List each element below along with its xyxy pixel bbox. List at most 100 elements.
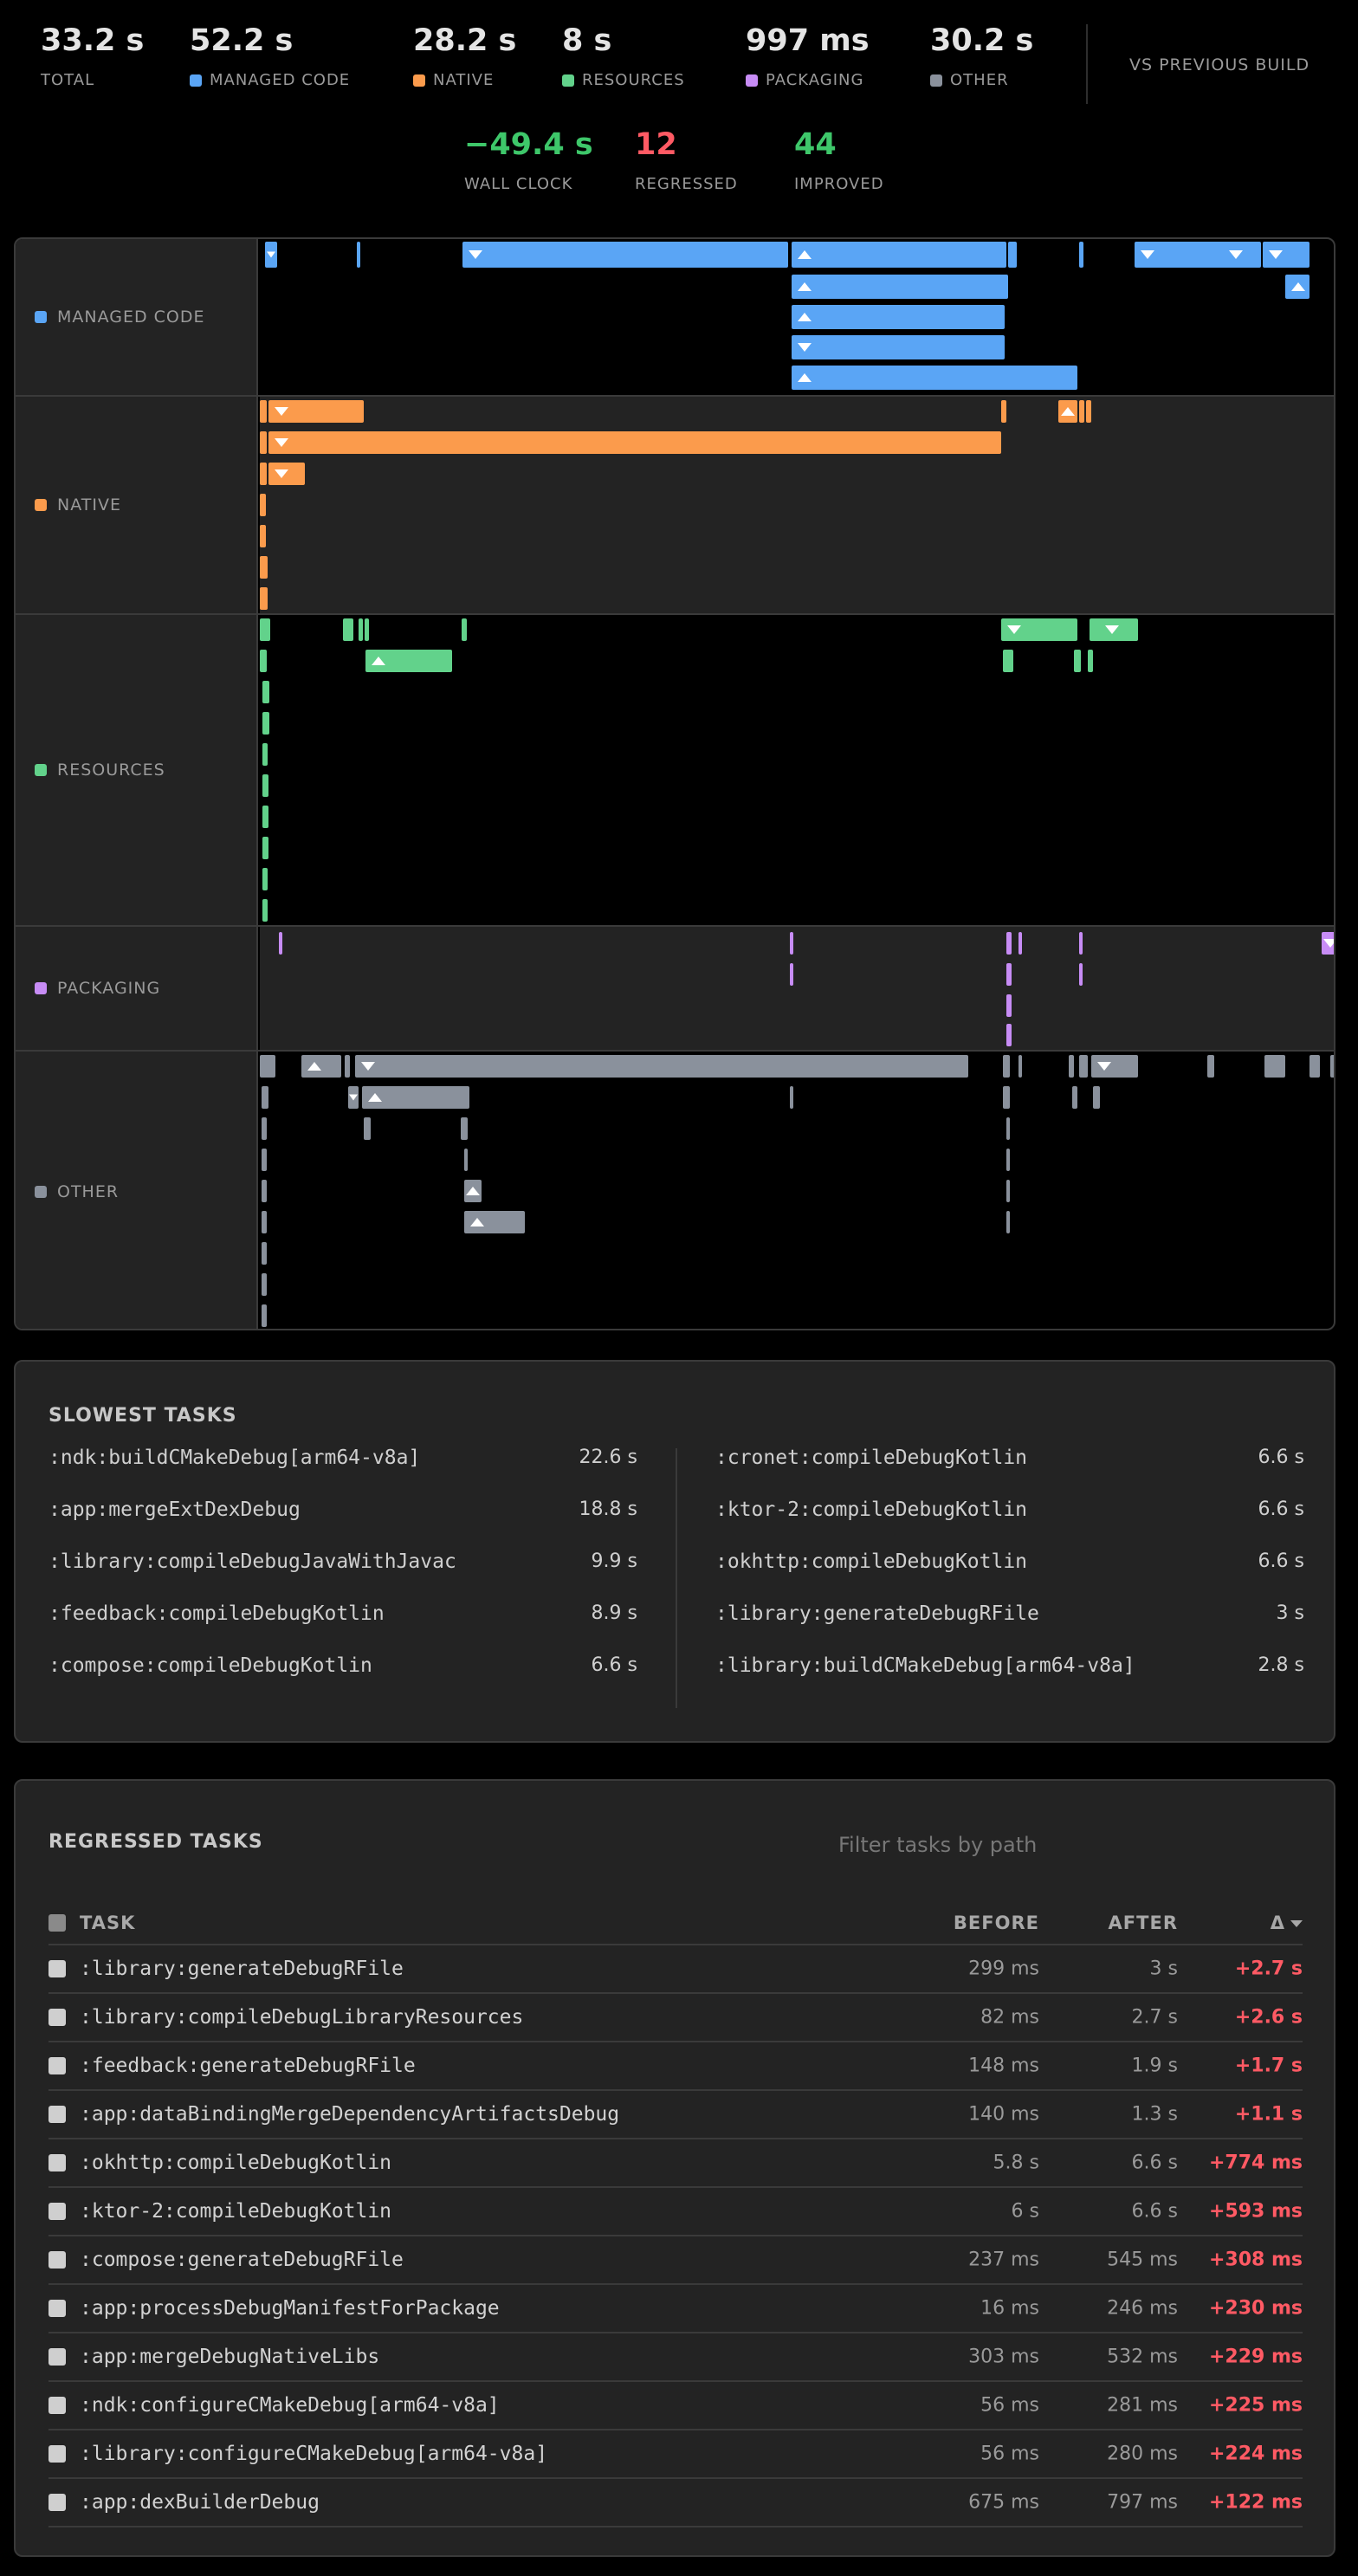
slow-task-row[interactable]: :compose:compileDebugKotlin 6.6 s <box>48 1654 637 1706</box>
task-bar[interactable] <box>262 774 268 797</box>
task-bar[interactable] <box>1018 1055 1022 1078</box>
table-row[interactable]: :app:processDebugManifestForPackage 16 ms… <box>48 2285 1303 2333</box>
task-bar[interactable] <box>1006 1149 1010 1171</box>
task-bar[interactable] <box>343 618 353 641</box>
row-checkbox[interactable] <box>48 2203 66 2220</box>
task-bar[interactable] <box>792 305 1005 329</box>
task-bar[interactable] <box>1001 618 1077 641</box>
task-bar[interactable] <box>1006 1180 1010 1202</box>
task-bar[interactable] <box>792 242 1006 268</box>
task-bar[interactable] <box>362 1086 469 1109</box>
slow-task-row[interactable]: :feedback:compileDebugKotlin 8.9 s <box>48 1602 637 1654</box>
task-bar[interactable] <box>1310 1055 1320 1078</box>
task-bar[interactable] <box>364 1117 371 1140</box>
row-checkbox[interactable] <box>48 2494 66 2511</box>
slow-task-row[interactable]: :ndk:buildCMakeDebug[arm64-v8a] 22.6 s <box>48 1447 637 1498</box>
row-checkbox[interactable] <box>48 2106 66 2123</box>
task-bar[interactable] <box>1006 932 1012 955</box>
task-bar[interactable] <box>1263 242 1310 268</box>
task-bar[interactable] <box>1264 1055 1285 1078</box>
column-header-task[interactable]: TASK <box>80 1913 135 1933</box>
slow-task-row[interactable]: :okhttp:compileDebugKotlin 6.6 s <box>715 1550 1304 1602</box>
task-bar[interactable] <box>365 618 369 641</box>
task-bar[interactable] <box>348 1086 359 1109</box>
task-bar[interactable] <box>268 463 305 485</box>
task-bar[interactable] <box>268 400 364 423</box>
task-bar[interactable] <box>262 1149 267 1171</box>
task-bar[interactable] <box>1093 1086 1100 1109</box>
task-bar[interactable] <box>1001 400 1006 423</box>
select-all-checkbox[interactable] <box>48 1914 66 1932</box>
task-bar[interactable] <box>1079 400 1084 423</box>
table-row[interactable]: :feedback:generateDebugRFile 148 ms 1.9 s +… <box>48 2042 1303 2091</box>
column-header-after[interactable]: AFTER <box>1109 1913 1178 1933</box>
task-bar[interactable] <box>1008 242 1017 268</box>
task-bar[interactable] <box>792 335 1005 359</box>
task-bar[interactable] <box>464 1149 468 1171</box>
task-bar[interactable] <box>262 743 268 766</box>
task-bar[interactable] <box>268 431 1001 454</box>
task-bar[interactable] <box>1079 963 1083 986</box>
task-bar[interactable] <box>1090 618 1138 641</box>
task-bar[interactable] <box>1058 400 1077 423</box>
row-checkbox[interactable] <box>48 2251 66 2269</box>
task-bar[interactable] <box>1074 650 1081 672</box>
table-row[interactable]: :ndk:configureCMakeDebug[arm64-v8a] 56 ms… <box>48 2382 1303 2430</box>
task-bar[interactable] <box>1006 1024 1012 1046</box>
row-checkbox[interactable] <box>48 2154 66 2171</box>
task-bar[interactable] <box>265 242 277 268</box>
task-bar[interactable] <box>462 242 788 268</box>
table-row[interactable]: :ktor-2:compileDebugKotlin 6 s 6.6 s +593 m… <box>48 2188 1303 2236</box>
task-bar[interactable] <box>1223 242 1261 268</box>
task-bar[interactable] <box>1006 994 1012 1017</box>
task-bar[interactable] <box>1091 1055 1138 1078</box>
task-bar[interactable] <box>262 806 268 828</box>
task-bar[interactable] <box>262 1211 267 1233</box>
slow-task-row[interactable]: :cronet:compileDebugKotlin 6.6 s <box>715 1447 1304 1498</box>
task-bar[interactable] <box>301 1055 341 1078</box>
task-bar[interactable] <box>365 650 452 672</box>
task-bar[interactable] <box>462 618 467 641</box>
task-bar[interactable] <box>1006 963 1012 986</box>
slow-task-row[interactable]: :app:mergeExtDexDebug 18.8 s <box>48 1498 637 1550</box>
task-bar[interactable] <box>262 1273 267 1296</box>
task-bar[interactable] <box>260 650 267 672</box>
row-checkbox[interactable] <box>48 2445 66 2463</box>
task-bar[interactable] <box>260 1055 275 1078</box>
task-bar[interactable] <box>1285 275 1310 299</box>
table-row[interactable]: :library:configureCMakeDebug[arm64-v8a] 5… <box>48 2430 1303 2479</box>
task-bar[interactable] <box>1072 1086 1077 1109</box>
task-bar[interactable] <box>792 275 1008 299</box>
table-row[interactable]: :app:mergeDebugNativeLibs 303 ms 532 ms +22… <box>48 2333 1303 2382</box>
task-bar[interactable] <box>1086 400 1091 423</box>
task-bar[interactable] <box>260 400 267 423</box>
task-bar[interactable] <box>262 899 268 922</box>
task-bar[interactable] <box>260 494 266 516</box>
row-checkbox[interactable] <box>48 2397 66 2414</box>
task-bar[interactable] <box>461 1117 468 1140</box>
slow-task-row[interactable]: :library:buildCMakeDebug[arm64-v8a] 2.8 s <box>715 1654 1304 1706</box>
table-row[interactable]: :library:compileDebugLibraryResources 82 … <box>48 1994 1303 2042</box>
task-bar[interactable] <box>262 681 269 703</box>
task-bar[interactable] <box>1018 932 1022 955</box>
table-row[interactable]: :okhttp:compileDebugKotlin 5.8 s 6.6 s +774… <box>48 2139 1303 2188</box>
task-bar[interactable] <box>260 618 270 641</box>
task-bar[interactable] <box>262 868 268 890</box>
task-bar[interactable] <box>1003 650 1013 672</box>
column-header-delta[interactable]: Δ <box>1271 1913 1303 1933</box>
task-bar[interactable] <box>790 963 793 986</box>
task-bar[interactable] <box>464 1211 525 1233</box>
task-bar[interactable] <box>1079 1055 1088 1078</box>
row-checkbox[interactable] <box>48 1960 66 1977</box>
task-bar[interactable] <box>1006 1211 1010 1233</box>
row-checkbox[interactable] <box>48 2009 66 2026</box>
task-bar[interactable] <box>1330 1055 1334 1078</box>
column-header-before[interactable]: BEFORE <box>954 1913 1039 1933</box>
slow-task-row[interactable]: :library:compileDebugJavaWithJavac 9.9 s <box>48 1550 637 1602</box>
row-checkbox[interactable] <box>48 2057 66 2074</box>
task-bar[interactable] <box>260 463 267 485</box>
row-checkbox[interactable] <box>48 2348 66 2366</box>
task-bar[interactable] <box>357 242 360 268</box>
task-bar[interactable] <box>359 618 363 641</box>
task-bar[interactable] <box>260 525 266 547</box>
